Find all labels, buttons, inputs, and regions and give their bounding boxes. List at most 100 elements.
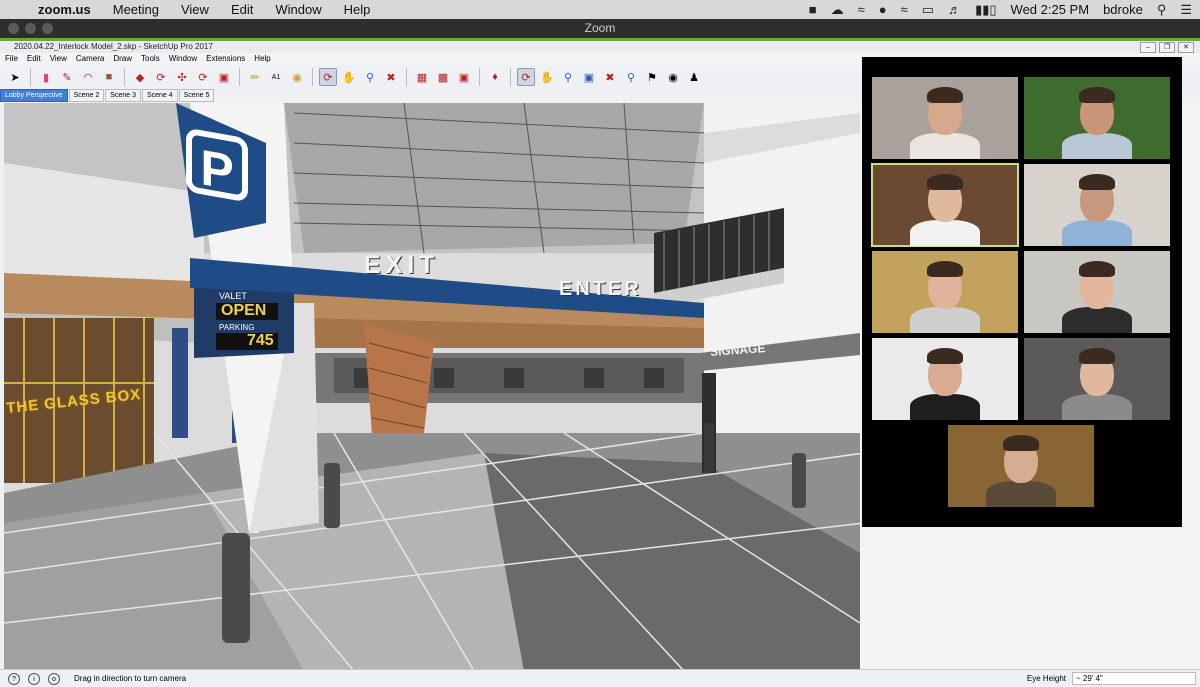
minimize-window-icon[interactable] [25, 23, 36, 34]
push-pull-icon[interactable]: ◆ [131, 68, 149, 86]
restore-icon[interactable]: ❐ [1159, 42, 1175, 53]
minimize-icon[interactable]: – [1140, 42, 1156, 53]
position-camera-icon[interactable]: ⚑ [643, 68, 661, 86]
arc-icon[interactable]: ◠ [79, 68, 97, 86]
text-icon[interactable]: A1 [267, 68, 285, 86]
paint-bucket-icon[interactable]: ◉ [288, 68, 306, 86]
zoom-extents-icon[interactable]: ✖ [382, 68, 400, 86]
participant-video-tile[interactable] [1024, 164, 1170, 246]
user-name[interactable]: bdroke [1103, 2, 1143, 17]
user-icon[interactable]: o [48, 672, 60, 685]
menu-view[interactable]: View [181, 2, 209, 17]
battery-icon[interactable]: ▮▮▯ [975, 2, 996, 18]
move-icon[interactable]: ✣ [173, 68, 191, 86]
scene-tabs: Lobby Perspective Scene 2 Scene 3 Scene … [0, 89, 860, 102]
rotate-icon[interactable]: ⟳ [194, 68, 212, 86]
menu-edit[interactable]: Edit [231, 2, 253, 17]
menu-help[interactable]: Help [344, 2, 371, 17]
zoom-extents-icon-2[interactable]: ✖ [601, 68, 619, 86]
su-menu-extensions[interactable]: Extensions [206, 53, 245, 65]
pencil-icon[interactable]: ✎ [58, 68, 76, 86]
orbit-icon[interactable]: ⟳ [319, 68, 337, 86]
cloud-icon[interactable]: ☁ [831, 2, 844, 18]
participant-hair [1079, 174, 1115, 190]
zoom-icon[interactable]: ⚲ [361, 68, 379, 86]
tab-scene-5[interactable]: Scene 5 [178, 89, 215, 102]
menu-window[interactable]: Window [275, 2, 321, 17]
su-menu-help[interactable]: Help [254, 53, 270, 65]
participant-video-tile[interactable] [872, 77, 1018, 159]
look-around-icon[interactable]: ◉ [664, 68, 682, 86]
participant-video-tile[interactable] [1024, 338, 1170, 420]
zoom-gallery-panel[interactable] [862, 57, 1182, 527]
participant-hair [1079, 87, 1115, 103]
participant-video-tile[interactable] [872, 338, 1018, 420]
su-menu-window[interactable]: Window [169, 53, 197, 65]
participant-body [1062, 394, 1132, 420]
wave-icon[interactable]: ≈ [858, 2, 865, 17]
orbit-icon-2[interactable]: ⟳ [517, 68, 535, 86]
wifi-icon[interactable]: ≈ [901, 2, 908, 17]
su-menu-tools[interactable]: Tools [141, 53, 160, 65]
participant-hair [927, 174, 963, 190]
zoom-window-icon[interactable]: ▣ [580, 68, 598, 86]
parking-p-sign: P [186, 127, 248, 203]
previous-view-icon[interactable]: ⚲ [622, 68, 640, 86]
participant-video-tile[interactable] [1024, 251, 1170, 333]
zoom-icon-2[interactable]: ⚲ [559, 68, 577, 86]
participant-video-tile-active-speaker[interactable] [871, 163, 1019, 247]
close-icon[interactable]: ✕ [1178, 42, 1194, 53]
toolbar-separator [479, 68, 480, 86]
tape-measure-icon[interactable]: ✏ [246, 68, 264, 86]
tab-scene-2[interactable]: Scene 2 [68, 89, 105, 102]
exit-sign: EXIT [364, 251, 440, 279]
sketchup-titlebar: 2020.04.22_Interlock Model_2.skp - Sketc… [0, 41, 1200, 53]
tab-scene-4[interactable]: Scene 4 [141, 89, 178, 102]
participant-body [910, 394, 980, 420]
sketchup-statusbar: ? i o Drag in direction to turn camera E… [0, 669, 1200, 687]
close-window-icon[interactable] [8, 23, 19, 34]
eye-height-input[interactable]: ~ 29' 4" [1072, 672, 1196, 685]
su-menu-edit[interactable]: Edit [27, 53, 41, 65]
credits-icon[interactable]: i [28, 672, 40, 685]
component-icon[interactable]: ▣ [455, 68, 473, 86]
su-menu-draw[interactable]: Draw [113, 53, 132, 65]
creative-cloud-icon[interactable]: ● [879, 2, 887, 17]
model-viewport[interactable]: P EXIT ENTER VALET OPEN PARKING 745 THE … [4, 103, 860, 671]
tab-scene-3[interactable]: Scene 3 [105, 89, 141, 102]
su-menu-view[interactable]: View [50, 53, 67, 65]
select-icon[interactable]: ➤ [6, 68, 24, 86]
airplay-icon[interactable]: ▭ [922, 2, 934, 18]
follow-me-icon[interactable]: ⟳ [152, 68, 170, 86]
walk-icon[interactable]: ♟ [685, 68, 703, 86]
notification-center-icon[interactable]: ☰ [1180, 2, 1192, 18]
volume-icon[interactable]: ♬ [948, 2, 961, 17]
su-menu-camera[interactable]: Camera [76, 53, 104, 65]
pan-icon[interactable]: ✋ [340, 68, 358, 86]
tab-lobby-perspective[interactable]: Lobby Perspective [0, 89, 68, 102]
clock[interactable]: Wed 2:25 PM [1011, 2, 1090, 17]
toolbar-separator [239, 68, 240, 86]
participant-body [1062, 307, 1132, 333]
extension-icon[interactable]: ▩ [434, 68, 452, 86]
participant-video-tile[interactable] [872, 251, 1018, 333]
zoom-window-icon[interactable] [42, 23, 53, 34]
spotlight-search-icon[interactable]: ⚲ [1157, 2, 1167, 18]
geo-location-icon[interactable]: ? [8, 672, 20, 685]
rectangle-icon[interactable]: ■ [100, 68, 118, 86]
participant-video-tile[interactable] [948, 425, 1094, 507]
ruby-icon[interactable]: ♦ [486, 68, 504, 86]
eraser-icon[interactable]: ▮ [37, 68, 55, 86]
su-menu-file[interactable]: File [5, 53, 18, 65]
participant-body [986, 481, 1056, 507]
menu-meeting[interactable]: Meeting [113, 2, 159, 17]
toolbar-separator [510, 68, 511, 86]
participant-hair [927, 348, 963, 364]
zoom-status-icon[interactable]: ■ [809, 2, 817, 17]
participant-hair [1079, 348, 1115, 364]
pan-icon-2[interactable]: ✋ [538, 68, 556, 86]
scale-icon[interactable]: ▣ [215, 68, 233, 86]
participant-video-tile[interactable] [1024, 77, 1170, 159]
menu-app-name[interactable]: zoom.us [38, 2, 91, 17]
warehouse-icon[interactable]: ▦ [413, 68, 431, 86]
